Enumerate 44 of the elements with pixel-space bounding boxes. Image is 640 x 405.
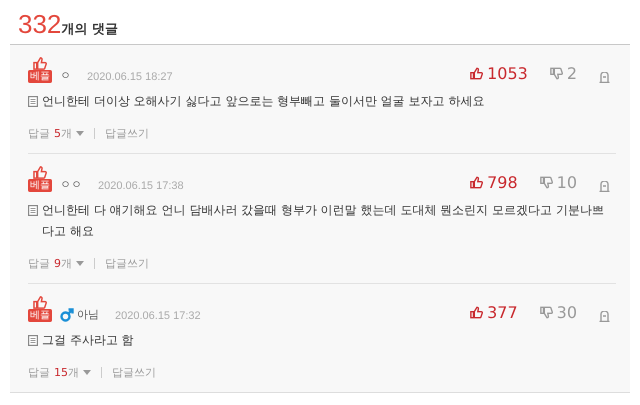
like-button[interactable]: 1053 <box>470 64 528 83</box>
thumbs-up-icon <box>470 67 484 80</box>
comments-label: 개의 댓글 <box>61 22 118 37</box>
report-icon[interactable] <box>599 311 610 322</box>
thumbs-down-icon <box>550 67 563 80</box>
thumbs-up-icon <box>33 166 47 179</box>
best-badge: 베플 <box>28 309 52 322</box>
replies-toggle[interactable]: 답글 5개 <box>28 126 84 141</box>
like-button[interactable]: 377 <box>470 303 518 322</box>
nickname: 아님 <box>77 307 99 322</box>
thumbs-down-icon <box>540 306 553 319</box>
caret-icon <box>76 131 84 136</box>
report-icon[interactable] <box>599 181 610 192</box>
dislike-button[interactable]: 2 <box>550 64 577 83</box>
memo-icon <box>28 335 38 346</box>
write-reply-link[interactable]: 답글쓰기 <box>112 365 156 380</box>
comment-text: 그걸 주사라고 함 <box>42 332 134 349</box>
thumbs-up-icon <box>470 176 484 189</box>
dislike-button[interactable]: 10 <box>540 173 577 192</box>
thumbs-up-icon <box>470 306 484 319</box>
comment-text: 언니한테 더이상 오해사기 싫다고 앞으로는 형부빼고 둘이서만 얼굴 보자고 하세요 <box>42 93 484 110</box>
best-badge: 베플 <box>28 70 52 83</box>
like-button[interactable]: 798 <box>470 173 518 192</box>
comment-count: 332 <box>18 9 62 39</box>
thumbs-up-icon <box>33 296 47 309</box>
dislike-button[interactable]: 30 <box>540 303 577 322</box>
thumbs-up-icon <box>33 57 47 70</box>
write-reply-link[interactable]: 답글쓰기 <box>105 256 149 271</box>
caret-icon <box>83 370 91 375</box>
write-reply-link[interactable]: 답글쓰기 <box>105 126 149 141</box>
nickname: ㅇ <box>60 68 71 83</box>
comment-date: 2020.06.15 18:27 <box>87 71 173 83</box>
memo-icon <box>28 205 38 216</box>
replies-toggle[interactable]: 답글 9개 <box>28 256 84 271</box>
comment-date: 2020.06.15 17:32 <box>115 310 201 322</box>
comment-date: 2020.06.15 17:38 <box>98 180 184 192</box>
nickname: ㅇㅇ <box>60 177 82 192</box>
comment-text: 언니한테 다 얘기해요 언니 담배사러 갔을때 형부가 이런말 했는데 도대체 뭔소린지 모르겠다고 기분나쁘다고 해요 <box>42 202 604 240</box>
caret-icon <box>76 261 84 266</box>
memo-icon <box>28 96 38 107</box>
report-icon[interactable] <box>599 72 610 83</box>
thumbs-down-icon <box>540 176 553 189</box>
replies-toggle[interactable]: 답글 15개 <box>28 365 91 380</box>
best-badge: 베플 <box>28 179 52 192</box>
